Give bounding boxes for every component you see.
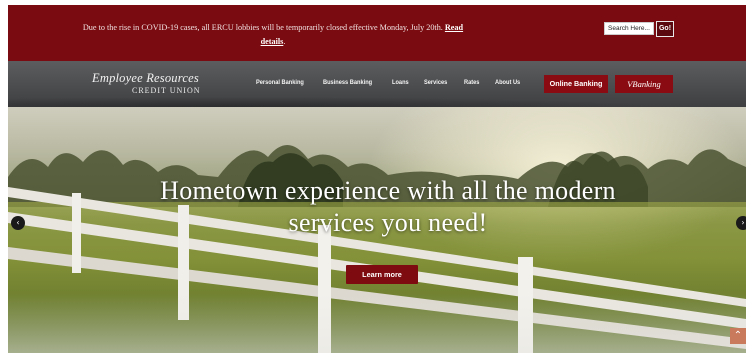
- nav-personal-banking[interactable]: Personal Banking: [256, 79, 304, 86]
- hero-headline: Hometown experience with all the modern …: [160, 176, 616, 237]
- chevron-right-icon[interactable]: ›: [736, 216, 746, 230]
- nav-services[interactable]: Services: [424, 79, 447, 86]
- search-input[interactable]: [604, 22, 654, 35]
- logo-sub-name: CREDIT UNION: [132, 86, 201, 95]
- alert-trailing: .: [283, 37, 286, 46]
- alert-text: Due to the rise in COVID-19 cases, all E…: [82, 23, 443, 32]
- alert-bar: Due to the rise in COVID-19 cases, all E…: [8, 5, 746, 61]
- alert-message: Due to the rise in COVID-19 cases, all E…: [78, 21, 468, 49]
- hero-banner: Hometown experience with all the modern …: [8, 107, 746, 353]
- nav-business-banking[interactable]: Business Banking: [323, 79, 372, 86]
- nav-loans[interactable]: Loans: [392, 79, 409, 86]
- search-go-button[interactable]: Go!: [656, 21, 674, 37]
- chevron-up-icon[interactable]: ⌃: [730, 328, 746, 344]
- logo-script-name: Employee Resources: [92, 71, 199, 85]
- main-nav-bar: Employee Resources CREDIT UNION Personal…: [8, 61, 746, 107]
- credit-union-logo[interactable]: Employee Resources CREDIT UNION: [88, 69, 208, 99]
- nav-menu: Personal Banking Business Banking Loans …: [256, 79, 523, 86]
- learn-more-button[interactable]: Learn more: [346, 265, 418, 284]
- chevron-left-icon[interactable]: ‹: [11, 216, 25, 230]
- vbanking-button[interactable]: VBanking: [615, 75, 673, 93]
- nav-about-us[interactable]: About Us: [495, 79, 520, 86]
- online-banking-button[interactable]: Online Banking: [544, 75, 608, 93]
- nav-rates[interactable]: Rates: [464, 79, 479, 86]
- hero-mist: [8, 293, 746, 353]
